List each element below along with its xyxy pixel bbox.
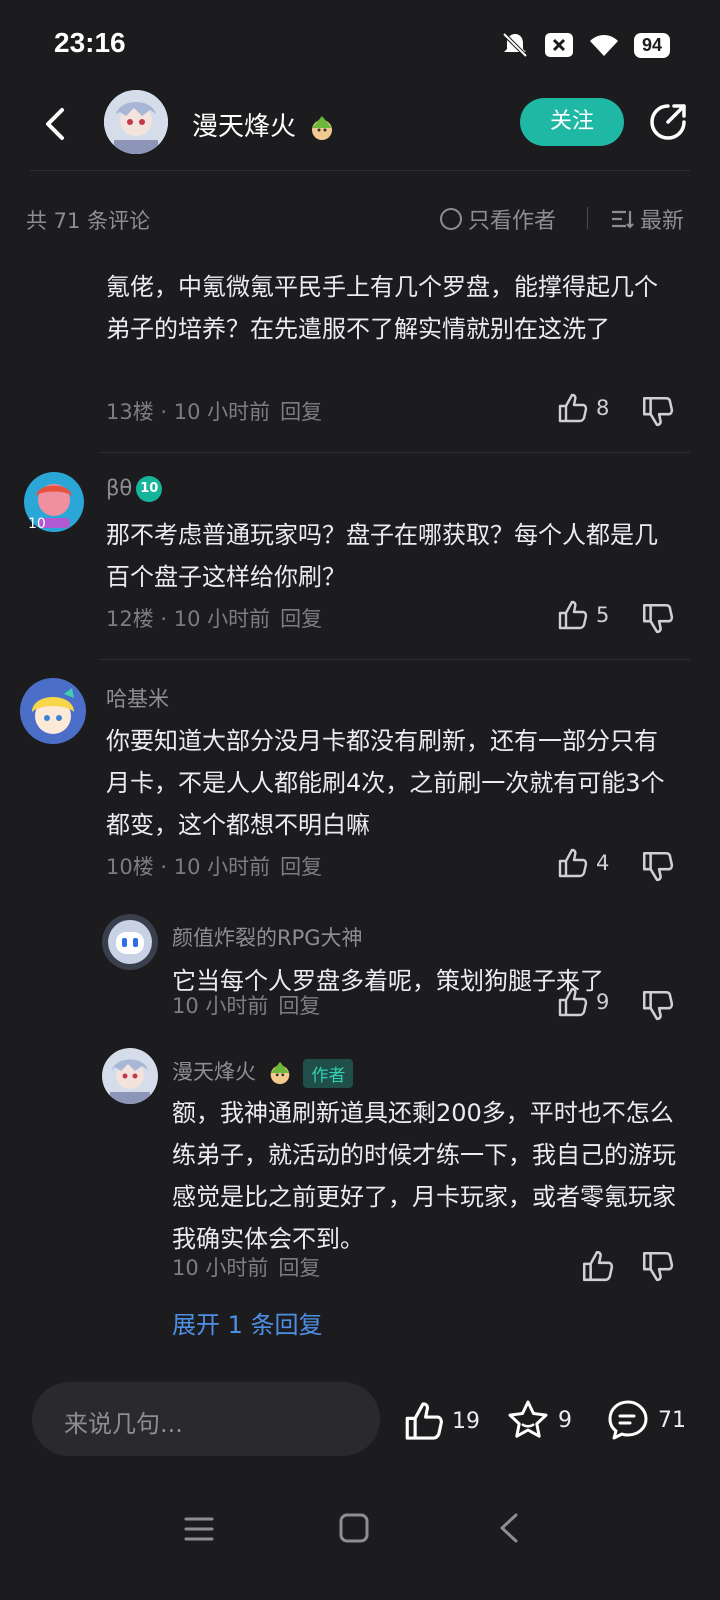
- comment-meta: 12楼 · 10 小时前 回复: [106, 603, 322, 633]
- comments-button[interactable]: 71: [606, 1398, 686, 1442]
- reply-meta: 10 小时前 回复: [172, 990, 320, 1020]
- status-time: 23:16: [54, 27, 126, 58]
- reply-button[interactable]: 回复: [280, 400, 322, 424]
- author-only-label: 只看作者: [468, 209, 557, 234]
- svg-text:10: 10: [28, 516, 46, 532]
- follow-button[interactable]: 关注: [520, 98, 624, 146]
- thumb-up-icon: [558, 600, 588, 630]
- thumb-up-icon: [405, 1402, 443, 1440]
- favorite-count: 9: [558, 1407, 572, 1433]
- header: 漫天烽火 关注: [0, 90, 720, 170]
- reply-user[interactable]: 漫天烽火 作者: [172, 1056, 354, 1088]
- comment-user[interactable]: 哈基米: [106, 683, 169, 713]
- system-nav-bar: [0, 1490, 720, 1570]
- comment-toolbar: 共 71 条评论 只看作者 最新: [0, 195, 720, 239]
- comments-count: 71: [658, 1407, 686, 1433]
- like-button[interactable]: 9: [556, 986, 609, 1018]
- mute-icon: [502, 32, 528, 58]
- reply-button[interactable]: 回复: [278, 994, 320, 1018]
- reply-button[interactable]: 回复: [278, 1256, 320, 1280]
- comment-floor-time: 10楼 · 10 小时前: [106, 855, 271, 879]
- bottom-action-bar: 来说几句... 19 9 71: [0, 1380, 720, 1460]
- thumb-up-icon: [558, 987, 588, 1017]
- toolbar-separator: [587, 207, 588, 229]
- thumb-down-icon[interactable]: [640, 849, 674, 883]
- sort-toggle[interactable]: 最新: [610, 203, 684, 235]
- back-nav-icon[interactable]: [496, 1512, 522, 1544]
- like-count: 8: [596, 396, 610, 420]
- like-button[interactable]: 8: [556, 392, 609, 424]
- reply-user-avatar[interactable]: [102, 914, 158, 970]
- comment-meta: 13楼 · 10 小时前 回复: [106, 396, 322, 426]
- reply-time: 10 小时前: [172, 994, 269, 1018]
- comment-bubble-icon: [608, 1400, 648, 1440]
- status-bar: 23:16 94: [0, 0, 720, 90]
- wifi-icon: [589, 35, 618, 56]
- like-button[interactable]: 5: [556, 599, 609, 631]
- character-badge-icon: [270, 1061, 289, 1085]
- thumb-down-icon[interactable]: [640, 394, 674, 428]
- radio-icon: [440, 208, 462, 230]
- star-icon: [508, 1400, 548, 1438]
- thumb-down-icon[interactable]: [640, 1249, 674, 1283]
- reply-user[interactable]: 颜值炸裂的RPG大神: [172, 922, 363, 952]
- status-icons: 94: [500, 30, 670, 60]
- post-like-count: 19: [452, 1408, 480, 1434]
- reply-button[interactable]: 回复: [280, 607, 322, 631]
- level-badge: 10: [136, 476, 163, 502]
- favorite-button[interactable]: 9: [506, 1398, 572, 1442]
- author-only-toggle[interactable]: 只看作者: [440, 203, 556, 235]
- expand-replies-link[interactable]: 展开 1 条回复: [172, 1305, 323, 1340]
- comment-floor-time: 13楼 · 10 小时前: [106, 400, 271, 424]
- author-tag: 作者: [303, 1058, 354, 1088]
- comment-text: 你要知道大部分没月卡都没有刷新，还有一部分只有月卡，不是人人都能刷4次，之前刷一…: [106, 727, 665, 839]
- comment-floor-time: 12楼 · 10 小时前: [106, 607, 271, 631]
- comment-user[interactable]: βθ 10: [106, 476, 163, 502]
- author-avatar[interactable]: [104, 90, 168, 154]
- reply-user-name: 漫天烽火: [172, 1060, 256, 1084]
- thumb-up-icon[interactable]: [580, 1249, 614, 1283]
- sort-label: 最新: [640, 209, 685, 234]
- header-divider: [30, 170, 690, 171]
- comment-divider: [100, 452, 690, 453]
- comment-text: 氪佬，中氪微氪平民手上有几个罗盘，能撑得起几个弟子的培养？在先遣服不了解实情就别…: [106, 273, 658, 343]
- thumb-up-icon: [558, 848, 588, 878]
- comment-divider: [100, 659, 690, 660]
- like-count: 9: [596, 990, 610, 1014]
- post-like-button[interactable]: 19: [402, 1400, 480, 1442]
- back-icon[interactable]: [36, 104, 76, 144]
- reply-user-avatar[interactable]: [102, 1048, 158, 1104]
- user-name: βθ: [106, 476, 133, 500]
- reply-button[interactable]: 回复: [280, 855, 322, 879]
- reply-meta: 10 小时前 回复: [172, 1252, 320, 1282]
- user-avatar[interactable]: 10: [18, 466, 90, 538]
- share-icon[interactable]: [646, 100, 690, 144]
- comment-input-placeholder: 来说几句...: [64, 1410, 183, 1438]
- sort-icon: [612, 210, 634, 229]
- thumb-up-icon: [558, 393, 588, 423]
- battery-indicator: 94: [633, 32, 670, 58]
- comment-count: 共 71 条评论: [26, 209, 151, 233]
- character-badge-icon: [312, 115, 333, 140]
- comment-text: 那不考虑普通玩家吗？盘子在哪获取？每个人都是几百个盘子这样给你刷？: [106, 521, 658, 591]
- like-count: 4: [596, 851, 610, 875]
- reply-text: 额，我神通刷新道具还剩200多，平时也不怎么练弟子，就活动的时候才练一下，我自己…: [172, 1099, 676, 1253]
- menu-icon[interactable]: [184, 1514, 214, 1544]
- like-count: 5: [596, 603, 610, 627]
- comment-meta: 10楼 · 10 小时前 回复: [106, 851, 322, 881]
- author-name-text: 漫天烽火: [192, 112, 297, 142]
- reply-time: 10 小时前: [172, 1256, 269, 1280]
- thumb-down-icon[interactable]: [640, 988, 674, 1022]
- author-name[interactable]: 漫天烽火: [192, 106, 336, 143]
- close-box-icon: [544, 33, 573, 57]
- user-avatar[interactable]: [20, 678, 86, 744]
- thumb-down-icon[interactable]: [640, 601, 674, 635]
- comment-input[interactable]: 来说几句...: [32, 1382, 380, 1456]
- like-button[interactable]: 4: [556, 847, 609, 879]
- home-icon[interactable]: [338, 1512, 370, 1544]
